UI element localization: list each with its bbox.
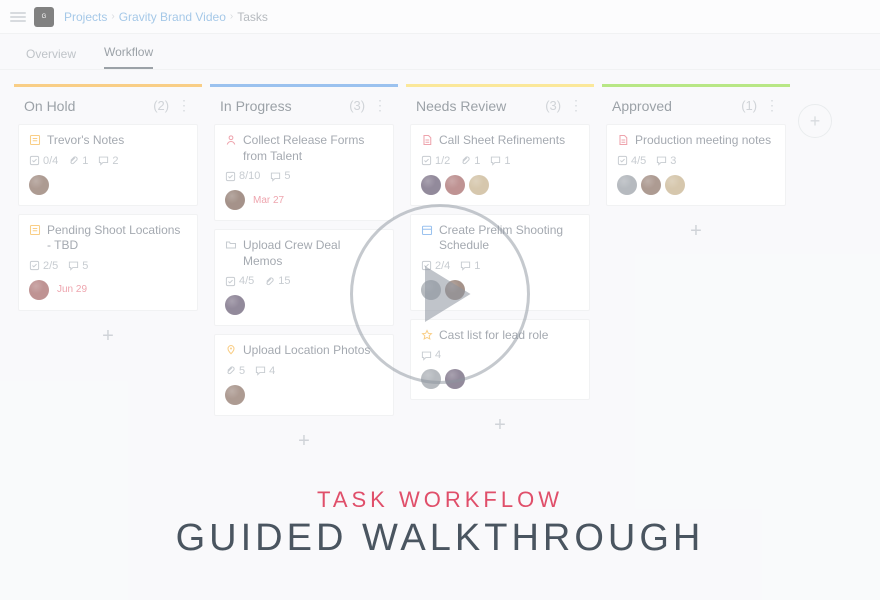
add-card-button[interactable]: + [14,319,202,356]
column-header: On Hold 2 ⋮ [14,87,202,124]
card-footer [421,175,579,195]
add-card-button[interactable]: + [602,214,790,251]
avatar [225,295,245,315]
column-count: 1 [741,98,757,113]
card-footer: Mar 27 [225,190,383,210]
card-title: Call Sheet Refinements [439,133,565,149]
column-menu-icon[interactable]: ⋮ [569,97,584,113]
card-type-icon [225,344,237,356]
stat-comments: 2 [98,155,118,167]
card-type-icon [617,134,629,146]
due-date: Mar 27 [253,195,284,206]
column-count: 3 [349,98,365,113]
stat-attachments: 15 [264,275,290,287]
stat-attachments: 1 [68,155,88,167]
stat-attachments: 1 [460,155,480,167]
avatar [225,190,245,210]
stat-checks: 4/5 [617,155,646,167]
stat-attachments: 5 [225,365,245,377]
column-header: In Progress 3 ⋮ [210,87,398,124]
add-column-button[interactable]: + [798,104,832,138]
column-title: On Hold [24,98,75,114]
avatar [641,175,661,195]
menu-icon[interactable] [10,9,26,25]
avatar [469,175,489,195]
card-title: Collect Release Forms from Talent [243,133,383,164]
task-card[interactable]: Collect Release Forms from Talent 8/105 … [214,124,394,221]
stat-comments: 5 [270,170,290,182]
topbar: G Projects › Gravity Brand Video › Tasks [0,0,880,34]
add-card-button[interactable]: + [406,408,594,445]
stat-comments: 4 [255,365,275,377]
task-card[interactable]: Call Sheet Refinements 1/2 11 [410,124,590,206]
avatar [29,280,49,300]
card-footer [617,175,775,195]
breadcrumb-projects[interactable]: Projects [64,10,107,24]
card-stats: 1/2 11 [421,155,579,167]
card-footer [225,385,383,405]
task-card[interactable]: Production meeting notes 4/5 3 [606,124,786,206]
play-button[interactable] [350,204,530,384]
card-stats: 8/10 5 [225,170,383,182]
card-title: Trevor's Notes [47,133,124,149]
kanban-column: On Hold 2 ⋮ Trevor's Notes 0/412 Pending… [14,84,202,356]
card-title: Pending Shoot Locations - TBD [47,223,187,254]
due-date: Jun 29 [57,284,87,295]
brand-logo[interactable]: G [34,7,54,27]
play-icon [411,259,481,329]
column-menu-icon[interactable]: ⋮ [373,97,388,113]
card-stats: 54 [225,365,383,377]
task-card[interactable]: Pending Shoot Locations - TBD 2/5 5 Jun 2… [18,214,198,311]
card-stats: 0/4 12 [29,155,187,167]
avatar [225,385,245,405]
column-count: 3 [545,98,561,113]
column-count: 2 [153,98,169,113]
avatar [421,175,441,195]
card-type-icon [421,134,433,146]
overlay-title: GUIDED WALKTHROUGH [176,517,705,560]
avatar [617,175,637,195]
card-title: Upload Location Photos [243,343,370,359]
card-type-icon [225,239,237,251]
breadcrumb-current: Tasks [237,10,268,24]
chevron-right-icon: › [230,11,233,22]
column-menu-icon[interactable]: ⋮ [177,97,192,113]
card-stats: 4/5 3 [617,155,775,167]
stat-checks: 8/10 [225,170,260,182]
stat-comments: 5 [68,260,88,272]
column-header: Needs Review 3 ⋮ [406,87,594,124]
breadcrumb: Projects › Gravity Brand Video › Tasks [64,10,268,24]
column-title: Needs Review [416,98,506,114]
card-stats: 2/5 5 [29,260,187,272]
stat-comments: 1 [490,155,510,167]
view-tabs: Overview Workflow [0,34,880,70]
column-menu-icon[interactable]: ⋮ [765,97,780,113]
stat-comments: 3 [656,155,676,167]
tab-overview[interactable]: Overview [26,39,76,69]
kanban-column: Approved 1 ⋮ Production meeting notes 4/… [602,84,790,251]
avatar [665,175,685,195]
stat-checks: 1/2 [421,155,450,167]
stat-checks: 4/5 [225,275,254,287]
column-title: Approved [612,98,672,114]
add-card-button[interactable]: + [210,424,398,461]
card-footer: Jun 29 [29,280,187,300]
avatar [445,175,465,195]
avatar [29,175,49,195]
chevron-right-icon: › [111,11,114,22]
card-type-icon [225,134,237,146]
stat-checks: 2/5 [29,260,58,272]
card-footer [29,175,187,195]
card-type-icon [29,224,41,236]
task-card[interactable]: Trevor's Notes 0/4 12 [18,124,198,206]
column-header: Approved 1 ⋮ [602,87,790,124]
tab-workflow[interactable]: Workflow [104,37,153,69]
card-type-icon [29,134,41,146]
stat-checks: 0/4 [29,155,58,167]
overlay-subtitle: TASK WORKFLOW [317,487,563,513]
column-title: In Progress [220,98,292,114]
breadcrumb-project[interactable]: Gravity Brand Video [119,10,226,24]
card-title: Production meeting notes [635,133,771,149]
